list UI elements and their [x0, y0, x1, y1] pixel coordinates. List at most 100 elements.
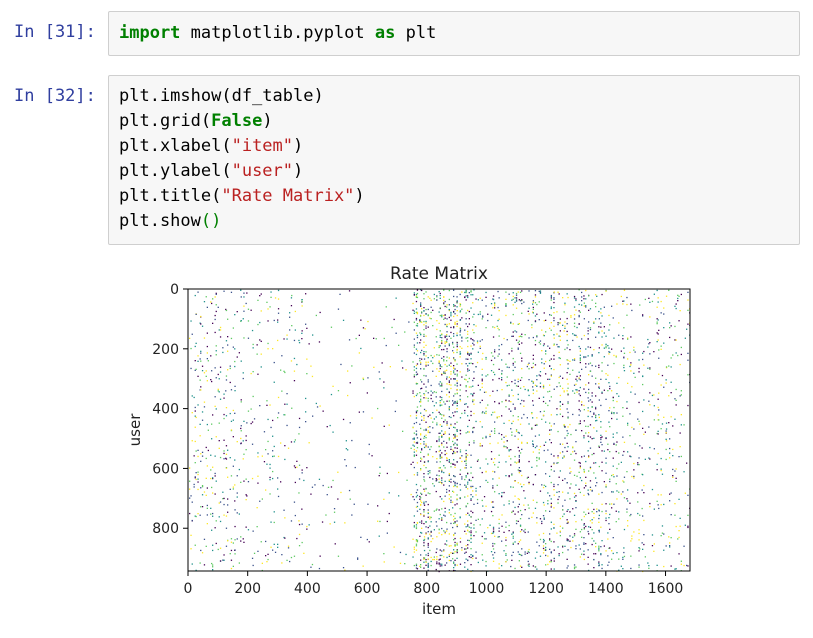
heatmap-cell	[310, 493, 312, 495]
heatmap-cell	[464, 403, 466, 405]
heatmap-cell	[543, 540, 545, 542]
heatmap-cell	[622, 338, 624, 340]
heatmap-cell	[222, 491, 224, 493]
heatmap-cell	[223, 393, 225, 395]
heatmap-cell	[421, 381, 423, 383]
heatmap-cell	[253, 418, 256, 420]
heatmap-cell	[665, 428, 668, 430]
heatmap-cell	[531, 324, 533, 326]
heatmap-cell	[459, 304, 462, 306]
heatmap-cell	[490, 314, 493, 316]
heatmap-cell	[448, 480, 450, 482]
heatmap-cell	[454, 532, 456, 534]
heatmap-cell	[570, 315, 572, 317]
heatmap-cell	[663, 342, 665, 344]
heatmap-cell	[609, 503, 611, 505]
heatmap-cell	[562, 297, 564, 299]
heatmap-cell	[211, 380, 213, 383]
heatmap-cell	[468, 539, 470, 542]
heatmap-cell	[427, 357, 429, 359]
heatmap-cell	[553, 354, 555, 357]
heatmap-cell	[511, 559, 513, 561]
heatmap-cell	[247, 337, 250, 339]
heatmap-cell	[566, 378, 568, 380]
heatmap-cell	[223, 417, 225, 420]
heatmap-cell	[472, 294, 474, 296]
heatmap-cell	[687, 299, 689, 301]
heatmap-cell	[448, 459, 450, 461]
heatmap-cell	[581, 519, 583, 521]
heatmap-cell	[563, 311, 565, 313]
heatmap-cell	[485, 505, 487, 507]
heatmap-cell	[596, 430, 598, 432]
heatmap-cell	[615, 510, 617, 512]
heatmap-cell	[465, 363, 467, 365]
heatmap-cell	[573, 564, 576, 566]
heatmap-cell	[579, 491, 581, 494]
heatmap-cell	[230, 538, 233, 540]
heatmap-cell	[423, 443, 425, 445]
heatmap-cell	[344, 522, 346, 524]
heatmap-cell	[453, 485, 455, 488]
heatmap-cell	[564, 304, 566, 306]
heatmap-cell	[415, 454, 418, 456]
heatmap-cell	[668, 395, 670, 397]
heatmap-cell	[441, 456, 443, 458]
heatmap-cell	[532, 381, 534, 383]
heatmap-cell	[446, 459, 448, 462]
heatmap-cell	[643, 364, 645, 366]
heatmap-cell	[616, 498, 618, 500]
heatmap-cell	[545, 554, 547, 557]
heatmap-cell	[608, 382, 610, 384]
heatmap-cell	[481, 554, 483, 556]
heatmap-cell	[618, 518, 620, 520]
heatmap-cell	[633, 428, 635, 430]
heatmap-cell	[605, 503, 607, 505]
heatmap-cell	[214, 527, 216, 529]
heatmap-cell	[448, 485, 450, 487]
heatmap-cell	[393, 546, 395, 548]
heatmap-cell	[532, 389, 534, 391]
heatmap-cell	[450, 365, 452, 367]
heatmap-cell	[595, 383, 597, 385]
heatmap-cell	[514, 366, 516, 368]
heatmap-cell	[517, 446, 519, 449]
heatmap-cell	[452, 343, 454, 345]
heatmap-cell	[456, 411, 458, 413]
heatmap-cell	[246, 495, 248, 497]
heatmap-cell	[562, 387, 564, 390]
heatmap-cell	[450, 478, 452, 480]
heatmap-cell	[616, 418, 618, 420]
heatmap-cell	[585, 476, 587, 478]
heatmap-cell	[277, 477, 279, 479]
heatmap-cell	[501, 496, 503, 498]
heatmap-cell	[459, 516, 461, 518]
heatmap-cell	[517, 291, 519, 293]
heatmap-cell	[456, 306, 458, 308]
code-input[interactable]: import matplotlib.pyplot as plt	[108, 11, 800, 56]
heatmap-cell	[212, 512, 214, 515]
code-input[interactable]: plt.imshow(df_table) plt.grid(False) plt.x…	[108, 75, 800, 245]
heatmap-cell	[217, 373, 219, 376]
heatmap-cell	[465, 449, 467, 452]
heatmap-cell	[273, 511, 275, 513]
heatmap-cell	[410, 493, 412, 496]
heatmap-cell	[498, 536, 500, 538]
heatmap-cell	[550, 551, 552, 553]
heatmap-cell	[638, 547, 640, 549]
heatmap-cell	[576, 380, 578, 382]
heatmap-cell	[467, 296, 469, 299]
heatmap-cell	[653, 394, 655, 396]
heatmap-cell	[601, 470, 603, 472]
heatmap-cell	[527, 504, 529, 506]
heatmap-cell	[534, 344, 537, 346]
heatmap-cell	[416, 437, 419, 439]
heatmap-cell	[439, 367, 441, 370]
heatmap-cell	[205, 477, 207, 479]
heatmap-cell	[521, 368, 523, 370]
heatmap-cell	[398, 471, 400, 474]
heatmap-cell	[642, 375, 644, 378]
heatmap-cell	[430, 397, 432, 400]
heatmap-cell	[435, 490, 437, 493]
heatmap-cell	[464, 378, 466, 380]
